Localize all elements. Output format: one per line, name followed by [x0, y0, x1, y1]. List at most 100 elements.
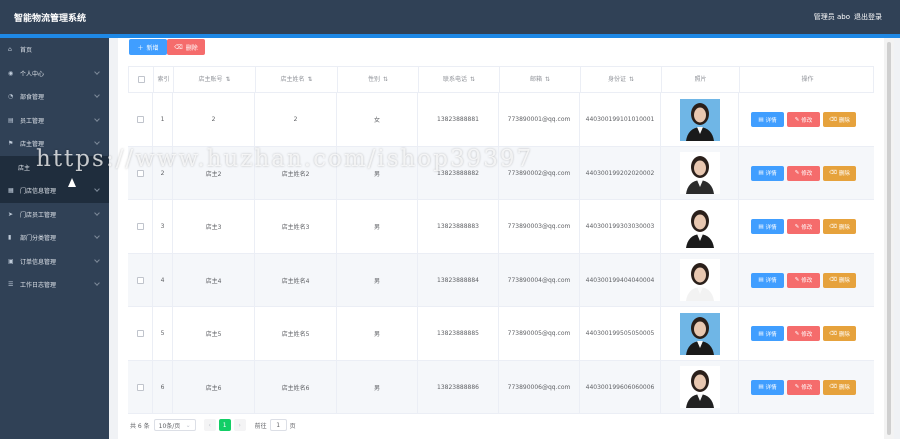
- table-header-cell[interactable]: 联系电话 ⇅: [419, 67, 500, 92]
- cell-value: 6: [160, 383, 165, 391]
- table-cell: ▤ 详情 ✎ 修改 ⌫ 删除: [739, 254, 874, 307]
- detail-button-label: 详情: [765, 331, 777, 338]
- list-icon: ▤: [758, 277, 764, 283]
- table-header-cell: 照片: [662, 67, 740, 92]
- remove-button[interactable]: ⌫ 删除: [823, 272, 856, 288]
- table-cell: 女: [337, 93, 418, 146]
- table-cell: [661, 253, 739, 307]
- owner-photo: [679, 259, 720, 301]
- table-cell: 440300199303030003: [580, 200, 661, 253]
- vertical-scrollbar[interactable]: [884, 38, 894, 439]
- detail-button-label: 详情: [765, 278, 777, 284]
- detail-button[interactable]: ▤ 详情: [751, 165, 784, 181]
- logout-link[interactable]: 退出登录: [854, 12, 882, 22]
- mouse-cursor-icon: [68, 178, 76, 187]
- row-checkbox[interactable]: [136, 276, 144, 284]
- table-cell: 773890001@qq.com: [499, 93, 580, 146]
- table-cell: 店主5: [173, 307, 255, 360]
- page-size-value: 10条/页: [158, 422, 181, 430]
- edit-button[interactable]: ✎ 修改: [787, 219, 820, 234]
- table-row: 4 店主4 店主姓名4 男 13823888884 773890004@qq.com 440…: [128, 253, 874, 307]
- row-checkbox[interactable]: [136, 116, 144, 123]
- remove-button[interactable]: ⌫ 删除: [823, 219, 856, 234]
- detail-button-label: 详情: [765, 171, 777, 177]
- table-cell: 440300199505050005: [580, 307, 661, 360]
- cell-value: 440300199101010001: [585, 116, 655, 123]
- page-size-select[interactable]: 10条/页 ⌄: [153, 419, 196, 431]
- table-cell: [661, 146, 739, 200]
- sidebar-item[interactable]: ▮ 部门分类管理: [0, 226, 109, 250]
- table-cell: [661, 93, 739, 146]
- top-bar: 智能物流管理系统 管理员 abo 退出登录: [0, 0, 900, 34]
- pagination: 共 6 条 10条/页 ⌄ ‹ 1 › 前往 1 页: [130, 418, 296, 432]
- cell-value: 5: [160, 330, 165, 337]
- detail-button[interactable]: ▤ 详情: [751, 379, 784, 395]
- select-all-checkbox[interactable]: [137, 76, 145, 83]
- prev-page-button[interactable]: ‹: [203, 419, 216, 431]
- delete-button[interactable]: ⌫ 删除: [167, 39, 205, 55]
- sort-icon[interactable]: ⇅: [629, 76, 634, 84]
- edit-button[interactable]: ✎ 修改: [787, 272, 820, 288]
- cell-value: 男: [373, 331, 380, 338]
- cell-value: 4: [160, 276, 165, 284]
- table-header-cell[interactable]: 身份证 ⇅: [581, 67, 662, 92]
- row-checkbox[interactable]: [136, 223, 144, 230]
- goto-page-input[interactable]: 1: [269, 419, 287, 431]
- table-header-cell[interactable]: 店主账号 ⇅: [174, 67, 256, 92]
- sidebar-item[interactable]: ◔ 部食管理: [0, 85, 109, 109]
- edit-button[interactable]: ✎ 修改: [787, 379, 820, 395]
- sort-icon[interactable]: ⇅: [470, 76, 475, 84]
- table-cell: [128, 307, 153, 360]
- row-checkbox[interactable]: [136, 383, 144, 391]
- edit-button[interactable]: ✎ 修改: [787, 112, 820, 127]
- cell-value: 女: [373, 117, 380, 124]
- sidebar-item-label: 个人中心: [20, 70, 45, 78]
- sidebar-item[interactable]: ▦ 门店信息管理: [0, 179, 109, 203]
- list-icon: ▤: [758, 170, 764, 176]
- table-header-cell[interactable]: 邮箱 ⇅: [500, 67, 581, 92]
- table-header-cell[interactable]: 性别 ⇅: [338, 67, 419, 92]
- table-header-cell[interactable]: 索引: [154, 67, 174, 92]
- trash-icon: ⌫: [829, 170, 837, 176]
- detail-button-label: 详情: [765, 224, 777, 231]
- table-cell: 440300199202020002: [580, 146, 661, 200]
- sidebar-item[interactable]: ⌂ 首页: [0, 38, 109, 62]
- cell-value: 440300199606060006: [585, 383, 655, 391]
- table-cell: 4: [153, 253, 173, 307]
- table-cell: [128, 200, 153, 253]
- detail-button[interactable]: ▤ 详情: [751, 326, 784, 341]
- detail-button[interactable]: ▤ 详情: [751, 112, 784, 127]
- sort-icon[interactable]: ⇅: [225, 76, 230, 84]
- sidebar-item[interactable]: ☰ 工作日志管理: [0, 273, 109, 297]
- edit-button[interactable]: ✎ 修改: [787, 326, 820, 341]
- table-cell: 773890004@qq.com: [499, 253, 580, 307]
- goto-label: 前往: [254, 422, 267, 430]
- next-page-button[interactable]: ›: [233, 419, 246, 431]
- remove-button[interactable]: ⌫ 删除: [823, 165, 856, 181]
- remove-button[interactable]: ⌫ 删除: [823, 379, 856, 395]
- page-number-button[interactable]: 1: [218, 419, 231, 431]
- sort-icon[interactable]: ⇅: [545, 76, 550, 84]
- trash-icon: ⌫: [829, 116, 837, 123]
- detail-button[interactable]: ▤ 详情: [751, 219, 784, 234]
- table-cell: 5: [153, 307, 173, 360]
- sidebar-item[interactable]: ▤ 员工管理: [0, 109, 109, 133]
- pencil-icon: ✎: [794, 384, 800, 390]
- sort-icon[interactable]: ⇅: [307, 76, 312, 84]
- remove-button[interactable]: ⌫ 删除: [823, 326, 856, 341]
- table-header-cell[interactable]: 店主姓名 ⇅: [256, 67, 338, 92]
- detail-button[interactable]: ▤ 详情: [751, 272, 784, 288]
- add-button[interactable]: ＋新增: [129, 39, 167, 55]
- flag-icon: ⚑: [8, 140, 14, 148]
- sort-icon[interactable]: ⇅: [383, 76, 388, 84]
- chevron-down-icon: [94, 115, 100, 122]
- edit-button[interactable]: ✎ 修改: [787, 165, 820, 181]
- cell-value: 440300199404040004: [585, 276, 655, 284]
- row-checkbox[interactable]: [136, 330, 144, 337]
- sidebar-item[interactable]: ◉ 个人中心: [0, 62, 109, 86]
- scrollbar-thumb[interactable]: [887, 42, 891, 435]
- sidebar-item[interactable]: ➤ 门店员工管理: [0, 203, 109, 227]
- remove-button[interactable]: ⌫ 删除: [823, 112, 856, 127]
- doc-icon: ▤: [8, 116, 14, 124]
- sidebar-item[interactable]: ▣ 订单信息管理: [0, 250, 109, 274]
